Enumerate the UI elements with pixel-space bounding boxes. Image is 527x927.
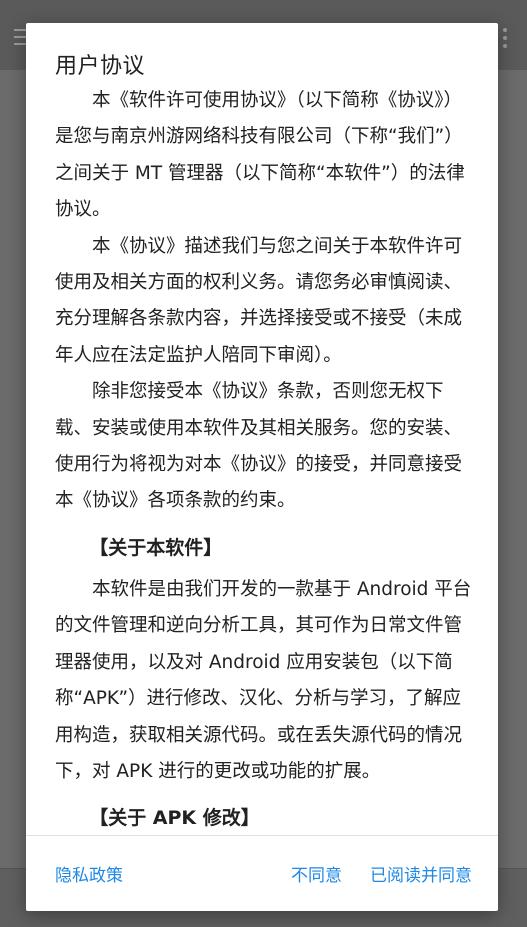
agreement-paragraph-1: 本《软件许可使用协议》（以下简称《协议》）是您与南京州游网络科技有限公司（下称“… — [55, 90, 465, 221]
dialog-divider — [26, 835, 498, 836]
agreement-paragraph-3: 除非您接受本《协议》条款，否则您无权下载、安装或使用本软件及其相关服务。您的安装… — [55, 381, 463, 512]
section-heading-about-software: 【关于本软件】 — [89, 536, 223, 559]
about-software-paragraph: 本软件是由我们开发的一款基于 Android 平台的文件管理和逆向分析工具，其可… — [55, 578, 472, 782]
more-vert-icon[interactable] — [503, 28, 507, 48]
user-agreement-dialog: 用户协议 本《软件许可使用协议》（以下简称《协议》）是您与南京州游网络科技有限公… — [26, 23, 498, 911]
dialog-scroll-content[interactable]: 本《软件许可使用协议》（以下简称《协议》）是您与南京州游网络科技有限公司（下称“… — [55, 83, 473, 836]
section-heading-apk-modification: 【关于 APK 修改】 — [89, 807, 260, 830]
agreement-paragraph-2: 本《协议》描述我们与您之间关于本软件许可使用及相关方面的权利义务。请您务必审慎阅… — [55, 235, 463, 366]
disagree-button[interactable]: 不同意 — [291, 861, 342, 886]
agree-button[interactable]: 已阅读并同意 — [370, 861, 472, 886]
privacy-policy-button[interactable]: 隐私政策 — [55, 861, 123, 886]
dialog-title: 用户协议 — [55, 54, 146, 79]
